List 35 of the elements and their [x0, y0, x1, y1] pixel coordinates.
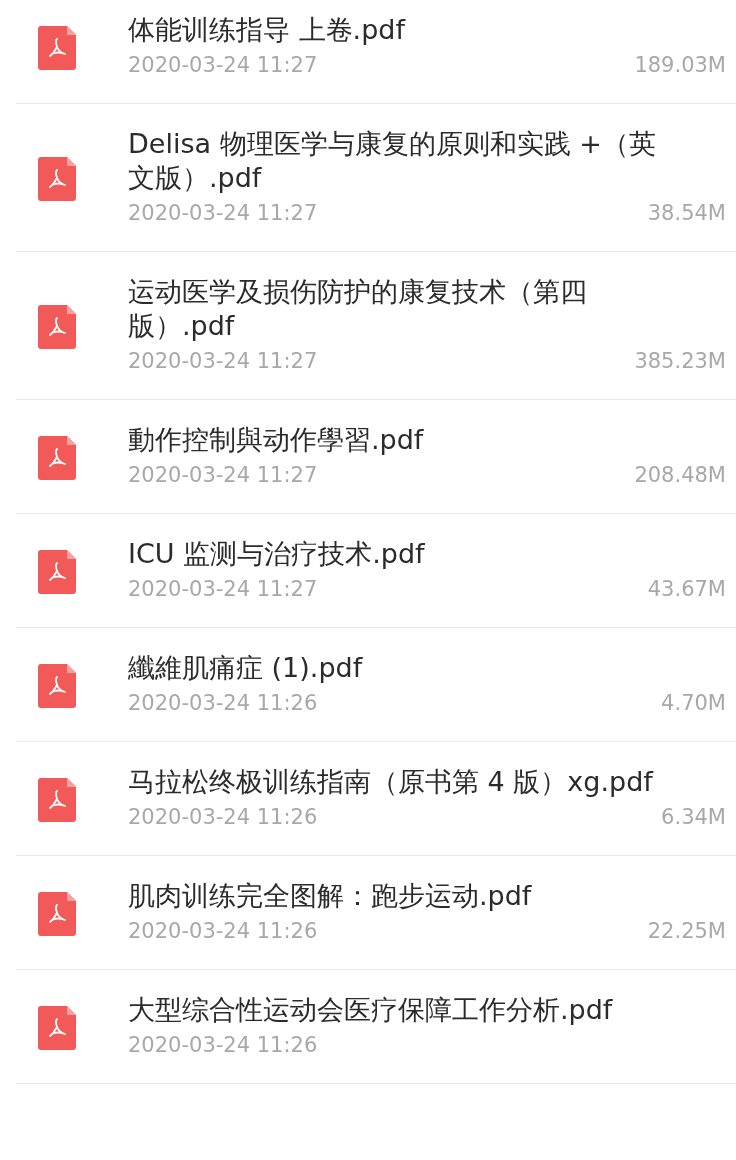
file-date: 2020-03-24 11:27 — [128, 200, 318, 227]
pdf-file-icon — [38, 157, 76, 201]
pdf-file-icon — [38, 26, 76, 70]
file-date: 2020-03-24 11:27 — [128, 52, 318, 79]
file-size: 6.34M — [661, 804, 726, 831]
file-size: 4.70M — [661, 690, 726, 717]
pdf-file-icon — [38, 778, 76, 822]
file-name[interactable]: 马拉松终极训练指南（原书第 4 版）xg.pdf — [128, 765, 726, 799]
file-date: 2020-03-24 11:26 — [128, 690, 318, 717]
pdf-file-icon — [38, 550, 76, 594]
file-date: 2020-03-24 11:26 — [128, 804, 318, 831]
file-name[interactable]: 肌肉训练完全图解：跑步运动.pdf — [128, 879, 726, 913]
file-size: 38.54M — [647, 200, 726, 227]
pdf-file-icon — [38, 305, 76, 349]
file-name[interactable]: 纖維肌痛症 (1).pdf — [128, 651, 726, 685]
pdf-file-icon — [38, 1006, 76, 1050]
pdf-file-icon — [38, 664, 76, 708]
file-date: 2020-03-24 11:26 — [128, 918, 318, 945]
file-size: 385.23M — [634, 348, 726, 375]
file-date: 2020-03-24 11:27 — [128, 462, 318, 489]
file-name[interactable]: ICU 监测与治疗技术.pdf — [128, 537, 726, 571]
pdf-file-icon — [38, 436, 76, 480]
file-name[interactable]: 大型综合性运动会医疗保障工作分析.pdf — [128, 993, 726, 1027]
file-name[interactable]: 体能训练指导 上卷.pdf — [128, 13, 726, 47]
file-size: 22.25M — [647, 918, 726, 945]
file-date: 2020-03-24 11:27 — [128, 576, 318, 603]
file-name[interactable]: Delisa 物理医学与康复的原则和实践 +（英文版）.pdf — [128, 127, 726, 195]
file-name[interactable]: 動作控制與动作學習.pdf — [128, 423, 726, 457]
file-size: 208.48M — [634, 462, 726, 489]
file-date: 2020-03-24 11:26 — [128, 1032, 318, 1059]
file-name[interactable]: 运动医学及损伤防护的康复技术（第四版）.pdf — [128, 275, 726, 343]
file-size: 189.03M — [634, 52, 726, 79]
file-date: 2020-03-24 11:27 — [128, 348, 318, 375]
pdf-file-icon — [38, 892, 76, 936]
file-size: 43.67M — [647, 576, 726, 603]
